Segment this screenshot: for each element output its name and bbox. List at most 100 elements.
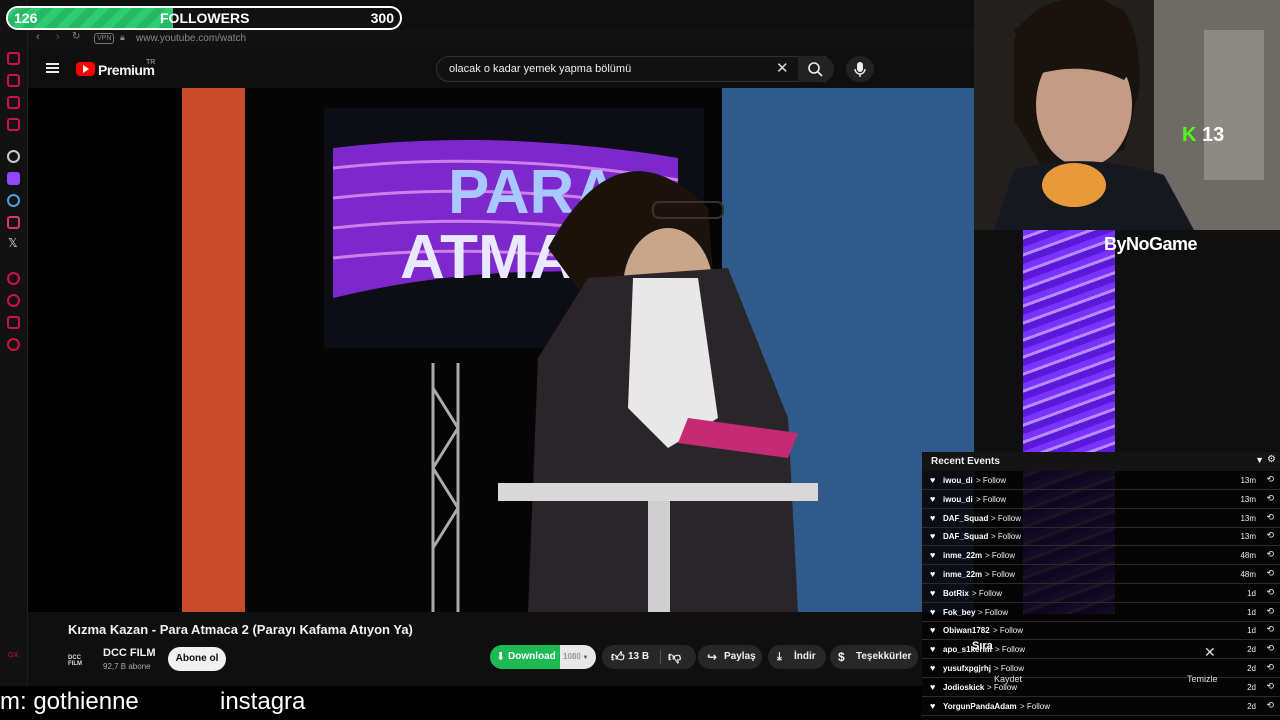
replay-icon[interactable]: ⟲: [1266, 643, 1274, 654]
replay-icon[interactable]: ⟲: [1266, 662, 1274, 673]
sponsor-logo: ByNoGame: [1104, 234, 1198, 254]
replay-icon[interactable]: ⟲: [1266, 493, 1274, 504]
gx-icon[interactable]: GX: [8, 652, 18, 659]
event-time: 48m: [1240, 551, 1256, 561]
event-row[interactable]: ♥ Fok_bey > Follow 1d ⟲: [922, 603, 1280, 622]
event-row[interactable]: ♥ inme_22m > Follow 48m ⟲: [922, 546, 1280, 566]
follower-current: 126: [14, 10, 38, 26]
search-input[interactable]: olacak o kadar yemek yapma bölümü: [436, 56, 826, 82]
vpn-badge[interactable]: VPN: [94, 33, 115, 44]
messenger-icon[interactable]: [7, 96, 20, 109]
event-time: 13m: [1240, 532, 1256, 542]
x-icon[interactable]: 𝕏: [8, 236, 18, 250]
kick-viewers: 13: [1202, 124, 1225, 146]
webcam-frame: [974, 0, 1280, 230]
replay-icon[interactable]: ⟲: [1266, 549, 1274, 560]
event-row[interactable]: ♥ YorgunPandaAdam > Follow 2d ⟲: [922, 697, 1280, 716]
video-title: Kızma Kazan - Para Atmaca 2 (Parayı Kafa…: [68, 622, 413, 637]
event-user: inme_22m: [943, 570, 983, 579]
bag-icon[interactable]: [7, 74, 20, 87]
clock-icon[interactable]: [7, 294, 20, 307]
event-user: DAF_Squad: [943, 532, 989, 542]
channel-avatar[interactable]: DCC FILM: [68, 648, 96, 668]
webcam-overlay: [974, 0, 1280, 230]
event-time: 2d: [1247, 682, 1256, 692]
event-row[interactable]: ♥ Jodioskick > Follow 2d ⟲: [922, 678, 1280, 697]
heart-icon: ♥: [930, 493, 936, 504]
event-row[interactable]: ♥ DAF_Squad > Follow 13m ⟲: [922, 509, 1280, 528]
channel-name[interactable]: DCC FILM: [103, 647, 156, 659]
replay-icon[interactable]: ⟲: [1266, 512, 1274, 523]
replay-icon[interactable]: ⟲: [1266, 530, 1274, 541]
subscribe-button[interactable]: Abone ol: [168, 647, 226, 671]
event-row[interactable]: ♥ iwou_di > Follow 13m ⟲: [922, 490, 1280, 509]
heart-icon: ♥: [930, 550, 936, 561]
like-icon[interactable]: 👍︎: [611, 645, 625, 669]
event-time: 13m: [1240, 513, 1256, 523]
extensions-icon[interactable]: [7, 316, 20, 329]
thanks-button[interactable]: $ Teşekkürler: [830, 645, 918, 669]
recent-events-header: Recent Events ▼ ⚙: [922, 452, 1280, 471]
filter-icon[interactable]: ▼: [1255, 455, 1264, 465]
event-row[interactable]: ♥ inme_22m > Follow 48m ⟲: [922, 565, 1280, 584]
clear-search-icon[interactable]: ✕: [776, 59, 789, 77]
instagram-icon[interactable]: [7, 216, 20, 229]
back-icon[interactable]: ‹: [36, 31, 40, 43]
clear-label[interactable]: Temizle: [1187, 674, 1218, 684]
heart-icon: ♥: [930, 512, 936, 523]
replay-icon[interactable]: ⟲: [1266, 700, 1274, 711]
gear-icon[interactable]: ⚙: [1267, 454, 1276, 465]
like-dislike-group: 👍︎ 13 B 👎︎: [602, 645, 696, 669]
event-row[interactable]: ♥ Obiwan1782 > Follow 1d ⟲: [922, 621, 1280, 641]
save-label[interactable]: Kaydet: [994, 674, 1022, 684]
event-user: BotRix: [943, 588, 969, 598]
replay-icon[interactable]: ⟲: [1266, 568, 1274, 579]
replay-icon[interactable]: ⟲: [1266, 474, 1274, 485]
history-icon[interactable]: [7, 52, 20, 65]
video-player[interactable]: PARA ATMACA: [28, 88, 974, 612]
download-tr-button[interactable]: ⤓ İndir: [768, 645, 826, 669]
event-row[interactable]: ♥ yusufxpgjrhj > Follow 2d ⟲: [922, 659, 1280, 678]
heart-icon: ♥: [930, 681, 936, 692]
event-user: DAF_Squad: [943, 513, 989, 523]
chatgpt-icon[interactable]: [7, 150, 20, 163]
replay-icon[interactable]: ⟲: [1266, 624, 1274, 635]
event-row[interactable]: ♥ iwou_di > Follow 13m ⟲: [922, 471, 1280, 490]
reload-icon[interactable]: ↻: [72, 31, 80, 42]
replay-icon[interactable]: ⟲: [1266, 606, 1274, 617]
music-icon[interactable]: [7, 118, 20, 131]
replay-icon[interactable]: ⟲: [1266, 587, 1274, 598]
event-action: > Follow: [985, 551, 1016, 561]
twitch-icon[interactable]: [7, 172, 20, 185]
search-button[interactable]: [798, 56, 834, 82]
menu-icon[interactable]: [46, 63, 59, 73]
heart-icon: ♥: [930, 569, 936, 579]
forward-icon[interactable]: ›: [56, 31, 60, 43]
dislike-icon[interactable]: 👎︎: [668, 645, 681, 669]
close-icon[interactable]: ✕: [1204, 644, 1216, 661]
video-frame: PARA ATMACA: [28, 88, 974, 612]
replay-icon[interactable]: ⟲: [1266, 681, 1274, 692]
settings-icon[interactable]: [7, 338, 20, 351]
voice-search-button[interactable]: [846, 56, 874, 82]
browser-address-bar: ‹ › ↻ VPN 🔒︎ www.youtube.com/watch: [28, 30, 974, 48]
event-time: 13m: [1240, 494, 1256, 504]
heart-icon: ♥: [930, 663, 936, 673]
region-label: TR: [146, 59, 156, 66]
telegram-icon[interactable]: [7, 194, 20, 207]
divider: [660, 650, 661, 664]
quality-select[interactable]: 1080 ▼: [560, 645, 596, 669]
event-row[interactable]: ♥ DAF_Squad > Follow 13m ⟲: [922, 527, 1280, 547]
url-text[interactable]: www.youtube.com/watch: [136, 33, 246, 44]
kick-logo-icon: K: [1182, 124, 1197, 146]
event-row[interactable]: ♥ BotRix > Follow 1d ⟲: [922, 584, 1280, 603]
recent-events-title: Recent Events: [931, 456, 1000, 467]
event-user: iwou_di: [943, 494, 973, 504]
player-icon[interactable]: [7, 272, 20, 285]
youtube-logo-icon[interactable]: [76, 62, 95, 76]
share-button[interactable]: ↪ Paylaş: [698, 645, 762, 669]
heart-icon: ♥: [930, 700, 936, 711]
event-user: YorgunPandaAdam: [943, 701, 1017, 711]
event-action: > Follow: [993, 626, 1024, 636]
subscriber-count: 92,7 B abone: [103, 662, 151, 671]
